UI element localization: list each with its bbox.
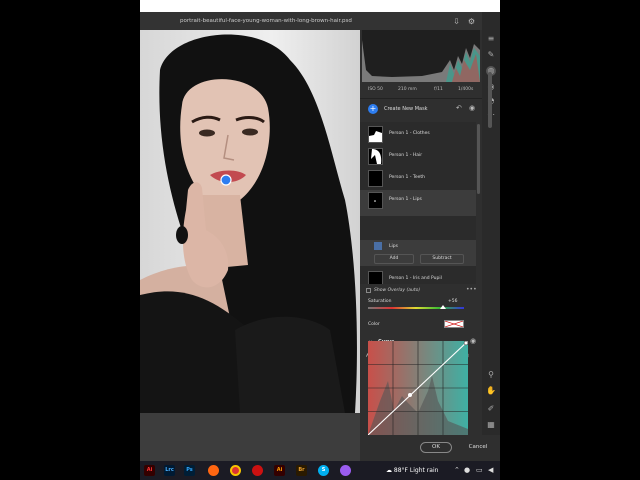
weather-widget[interactable]: ☁ 88°F Light rain [386, 461, 438, 480]
mask-thumbnail [368, 170, 383, 187]
mask-layer-hair[interactable]: Person 1 - Hair [360, 146, 476, 167]
image-canvas[interactable] [140, 30, 360, 413]
edit-icon[interactable]: ≡ [486, 34, 496, 44]
brush-icon[interactable]: ✎ [486, 50, 496, 60]
sub-item-label: Lips [389, 244, 398, 249]
divider [360, 98, 482, 99]
color-swatch[interactable] [444, 320, 464, 328]
add-button[interactable]: Add [374, 254, 414, 264]
saturation-slider-handle[interactable] [439, 305, 446, 309]
taskbar-app-lightroom[interactable]: Lrc [164, 465, 175, 476]
taskbar-app-opera[interactable] [252, 465, 263, 476]
weather-text: 88°F Light rain [393, 467, 439, 474]
dialog-footer: OK Cancel [360, 435, 500, 461]
saturation-row: Saturation +56 [360, 298, 482, 314]
grid-icon[interactable]: ▦ [486, 420, 496, 430]
show-overlay-row[interactable]: Show Overlay (auto) ••• [360, 286, 482, 296]
eye-icon[interactable]: ◉ [470, 337, 476, 345]
volume-icon[interactable]: ◀ [488, 466, 493, 475]
mask-thumbnail [368, 148, 383, 165]
display-icon[interactable]: ▭ [476, 466, 483, 475]
photoshop-window: portrait-beautiful-face-young-woman-with… [140, 0, 500, 461]
saturation-slider[interactable] [368, 305, 464, 309]
taskbar-app-illustrator[interactable]: Ai [274, 465, 285, 476]
taskbar: Ai Lrc Ps Ai Br S ☁ 88°F Light rain ⌃ ● … [140, 461, 500, 480]
plus-icon[interactable]: + [368, 104, 378, 114]
tool-strip: ≡ ✎ ◍ ◉ ◔ ⋯ ⚲ ✋ ✐ ▦ [482, 12, 500, 461]
mask-sub-item[interactable]: Lips [360, 240, 476, 252]
mask-layer-label: Person 1 - Hair [389, 153, 423, 158]
eye-icon[interactable]: ◉ [469, 104, 475, 112]
microphone-icon[interactable]: ● [464, 466, 470, 475]
mask-layer-lips[interactable]: Person 1 - Lips [360, 190, 476, 216]
mask-layer-clothes[interactable]: Person 1 - Clothes [360, 124, 476, 145]
mask-layer-label: Person 1 - Teeth [389, 175, 426, 180]
saturation-label: Saturation [368, 299, 392, 304]
taskbar-app-firefox[interactable] [208, 465, 219, 476]
taskbar-app-photoshop[interactable]: Ps [184, 465, 195, 476]
mask-layer-list: Person 1 - Clothes Person 1 - Hair Perso… [360, 122, 476, 284]
add-subtract-row: Add Subtract [360, 252, 476, 266]
person-icon [374, 242, 382, 250]
subtract-button[interactable]: Subtract [420, 254, 464, 264]
taskbar-app-acrobat[interactable]: Ai [144, 465, 155, 476]
taskbar-app-bridge[interactable]: Br [296, 465, 307, 476]
mask-layer-label: Person 1 - Iris and Pupil [389, 276, 442, 281]
zoom-icon[interactable]: ⚲ [486, 370, 496, 380]
color-label: Color [368, 322, 380, 327]
more-icon[interactable]: ••• [466, 286, 477, 293]
taskbar-app-chrome[interactable] [230, 465, 241, 476]
histogram [362, 30, 480, 82]
panel-scrollbar[interactable] [488, 72, 492, 128]
cloud-icon: ☁ [386, 467, 392, 474]
focal-text: 210 mm [398, 87, 417, 92]
iso-text: ISO 50 [368, 87, 383, 92]
mask-thumbnail [368, 271, 383, 284]
curve-point[interactable] [408, 393, 412, 397]
layer-list-scrollbar[interactable] [477, 124, 480, 194]
reset-icon[interactable]: ↶ [456, 104, 462, 112]
color-row: Color [360, 318, 482, 332]
create-new-mask-row[interactable]: + Create New Mask ↶ ◉ [360, 102, 482, 116]
mask-thumbnail [368, 192, 383, 209]
overlay-checkbox[interactable] [366, 288, 371, 293]
cancel-button[interactable]: Cancel [462, 442, 494, 453]
hand-icon[interactable]: ✋ [486, 386, 496, 396]
saturation-value: +56 [448, 299, 458, 304]
overlay-label: Show Overlay (auto) [374, 288, 421, 293]
taskbar-app-feather[interactable] [340, 465, 351, 476]
ok-button[interactable]: OK [420, 442, 452, 453]
title-bar [140, 0, 500, 12]
masking-panel: ISO 50 210 mm f/11 1/400s + Create New M… [360, 30, 482, 435]
taskbar-app-skype[interactable]: S [318, 465, 329, 476]
mask-thumbnail [368, 126, 383, 143]
mask-layer-teeth[interactable]: Person 1 - Teeth [360, 168, 476, 189]
export-icon[interactable]: ⇩ [452, 17, 461, 26]
portrait-photo [140, 34, 357, 413]
chevron-up-icon[interactable]: ⌃ [454, 466, 460, 475]
gear-icon[interactable]: ⚙ [467, 17, 476, 26]
document-filename: portrait-beautiful-face-young-woman-with… [180, 18, 352, 24]
mask-layer-iris[interactable]: Person 1 - Iris and Pupil [360, 269, 476, 284]
curve-editor[interactable] [368, 341, 468, 435]
camera-info: ISO 50 210 mm f/11 1/400s [360, 84, 482, 96]
mask-layer-label: Person 1 - Lips [389, 197, 422, 202]
create-mask-label: Create New Mask [384, 106, 428, 112]
mask-layer-label: Person 1 - Clothes [389, 131, 430, 136]
canvas-footer [140, 413, 360, 461]
aperture-text: f/11 [434, 87, 443, 92]
shutter-text: 1/400s [458, 87, 474, 92]
document-bar: portrait-beautiful-face-young-woman-with… [140, 12, 500, 30]
curve-point[interactable] [463, 341, 468, 346]
sampler-icon[interactable]: ✐ [486, 404, 496, 414]
